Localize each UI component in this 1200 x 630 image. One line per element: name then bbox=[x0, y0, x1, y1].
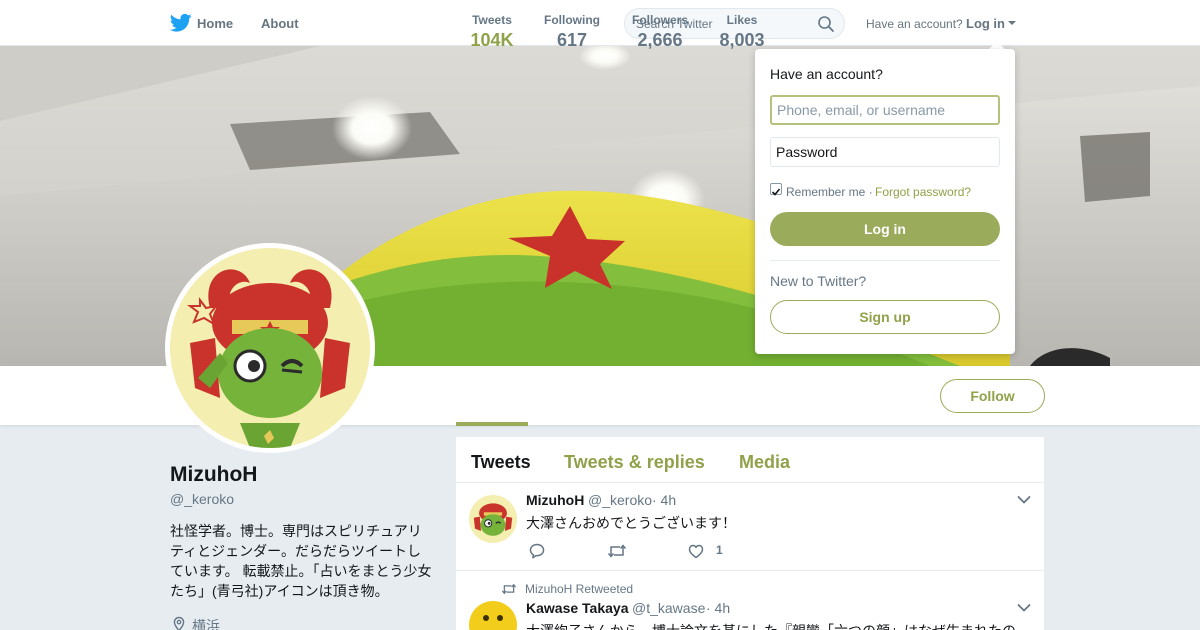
login-dropdown: Have an account? Remember me · Forgot pa… bbox=[755, 49, 1015, 354]
retweet-context[interactable]: MizuhoH Retweeted bbox=[525, 582, 633, 596]
login-dropdown-toggle[interactable]: Log in bbox=[966, 16, 1005, 31]
username-field[interactable] bbox=[770, 95, 1000, 125]
tweet-timestamp[interactable]: · 4h bbox=[706, 600, 730, 616]
dropdown-divider bbox=[770, 260, 1000, 261]
twitter-bird-icon[interactable] bbox=[170, 13, 192, 33]
stat-followers-value: 2,666 bbox=[637, 30, 683, 50]
tweet-text: 大澤さんおめでとうございます！ bbox=[526, 515, 736, 531]
dropdown-title: Have an account? bbox=[770, 66, 883, 82]
tweet[interactable]: MizuhoH Retweeted Kawase Takaya @t_kawas… bbox=[456, 571, 1044, 630]
tweet-author-name[interactable]: MizuhoH bbox=[526, 492, 584, 508]
profile-bio: 社怪学者。博士。専門はスピリチュアリティとジェンダー。だらだらツイートしています… bbox=[170, 523, 432, 599]
stat-likes-label: Likes bbox=[726, 13, 758, 27]
caret-down-icon[interactable] bbox=[1008, 21, 1016, 25]
forgot-password-link[interactable]: Forgot password? bbox=[875, 185, 971, 199]
avatar[interactable] bbox=[170, 248, 370, 448]
chevron-down-icon[interactable] bbox=[1017, 603, 1031, 613]
chevron-down-icon[interactable] bbox=[1017, 495, 1031, 505]
retweet-icon[interactable] bbox=[607, 542, 627, 560]
profile-location: 横浜 bbox=[192, 618, 220, 630]
tweet-author-handle[interactable]: @_keroko bbox=[588, 492, 652, 508]
map-pin-icon bbox=[173, 616, 185, 630]
signup-button[interactable]: Sign up bbox=[770, 300, 1000, 334]
stat-tweets[interactable]: Tweets 104K bbox=[469, 13, 515, 51]
stat-likes[interactable]: Likes 8,003 bbox=[716, 13, 768, 51]
profile-handle[interactable]: @_keroko bbox=[170, 491, 234, 507]
have-account-text: Have an account? bbox=[866, 17, 963, 31]
heart-icon[interactable] bbox=[687, 542, 705, 560]
follow-button[interactable]: Follow bbox=[940, 379, 1045, 413]
tweet-avatar[interactable] bbox=[469, 601, 517, 630]
stat-followers-label: Followers bbox=[631, 13, 688, 27]
stat-likes-value: 8,003 bbox=[719, 30, 765, 50]
new-to-twitter-text: New to Twitter? bbox=[770, 273, 867, 289]
nav-home-link[interactable]: Home bbox=[197, 16, 233, 31]
timeline: Tweets Tweets & replies Media MizuhoH @_… bbox=[456, 437, 1044, 630]
checkmark-icon bbox=[771, 188, 781, 196]
password-field[interactable] bbox=[770, 137, 1000, 167]
timeline-tabs: Tweets Tweets & replies Media bbox=[456, 437, 1044, 483]
tab-media[interactable]: Media bbox=[739, 452, 790, 473]
profile-name[interactable]: MizuhoH bbox=[170, 463, 257, 487]
tweet-timestamp[interactable]: · 4h bbox=[652, 492, 676, 508]
stat-followers[interactable]: Followers 2,666 bbox=[630, 13, 690, 51]
stat-tweets-label: Tweets bbox=[472, 13, 512, 27]
tweet-avatar[interactable] bbox=[469, 495, 517, 543]
tab-tweets-and-replies[interactable]: Tweets & replies bbox=[564, 452, 705, 473]
profile-avatar-frame bbox=[165, 243, 375, 453]
login-button[interactable]: Log in bbox=[770, 212, 1000, 246]
retweet-icon bbox=[501, 583, 517, 595]
tweet-author-handle[interactable]: @t_kawase bbox=[632, 600, 705, 616]
remember-me-checkbox[interactable] bbox=[770, 183, 782, 196]
stat-following-value: 617 bbox=[556, 30, 588, 50]
like-count[interactable]: 1 bbox=[716, 543, 723, 557]
tab-tweets[interactable]: Tweets bbox=[471, 452, 531, 473]
frog-character-avatar-image bbox=[170, 248, 370, 448]
tweet-author-name[interactable]: Kawase Takaya bbox=[526, 600, 628, 616]
stat-following-label: Following bbox=[544, 13, 600, 27]
stat-following[interactable]: Following 617 bbox=[542, 13, 602, 51]
remember-me-label[interactable]: Remember me · bbox=[786, 185, 873, 199]
reply-icon[interactable] bbox=[528, 542, 546, 560]
search-icon[interactable] bbox=[817, 15, 835, 33]
smiley-avatar-image bbox=[469, 601, 517, 630]
stat-tweets-value: 104K bbox=[470, 30, 514, 50]
nav-about-link[interactable]: About bbox=[261, 16, 299, 31]
frog-character-avatar-image bbox=[469, 495, 517, 543]
active-stat-underline bbox=[456, 422, 528, 426]
tweet-text: 大澤絢子さんから、博士論文を基にした『親鸞「六つの顔」はなぜ生まれたの bbox=[526, 621, 1036, 630]
tweet[interactable]: MizuhoH @_keroko · 4h 大澤さんおめでとうございます！ 1 bbox=[456, 483, 1044, 571]
